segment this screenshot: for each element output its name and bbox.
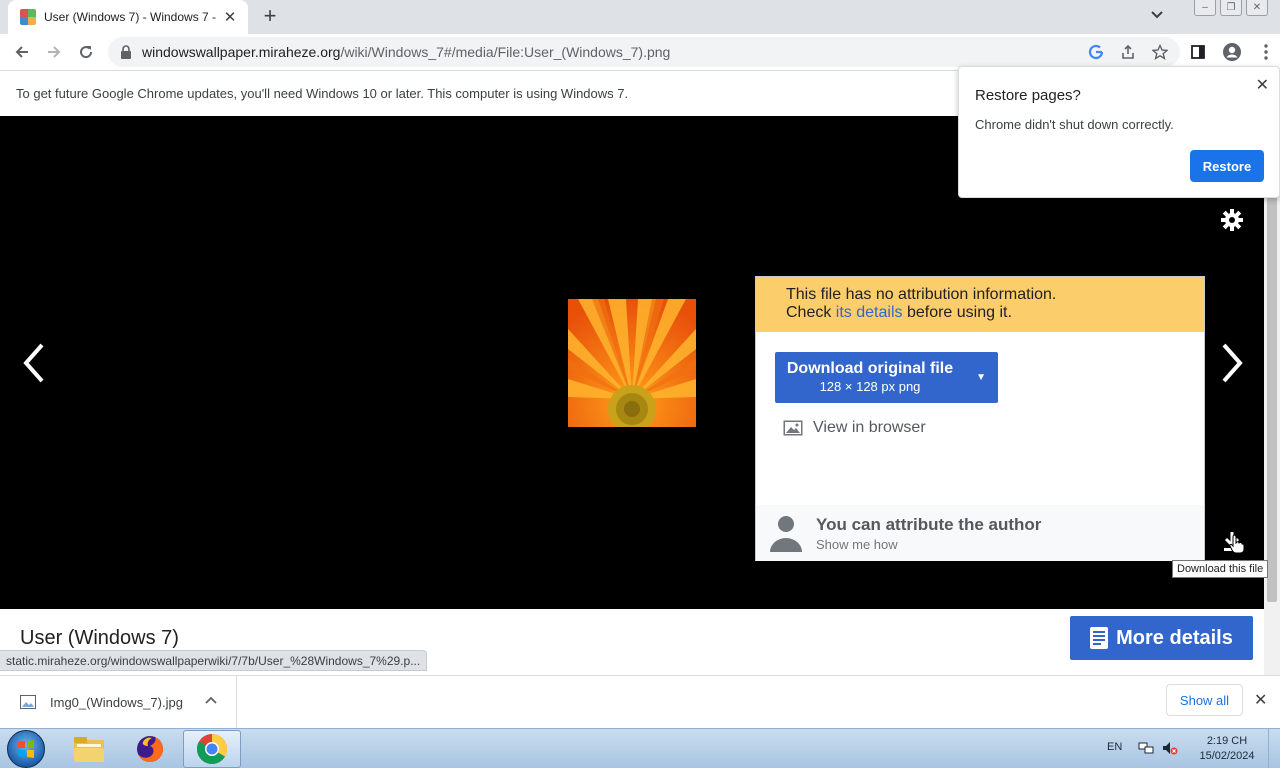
new-tab-button[interactable]: + <box>258 5 282 28</box>
address-bar[interactable]: windowswallpaper.miraheze.org/wiki/Windo… <box>108 37 1180 67</box>
tab-title: User (Windows 7) - Windows 7 - <box>44 10 217 24</box>
browser-toolbar: windowswallpaper.miraheze.org/wiki/Windo… <box>0 34 1280 70</box>
document-icon <box>1090 627 1109 649</box>
restore-window-button[interactable]: ❐ <box>1220 0 1242 16</box>
tab-search-chevron-icon[interactable] <box>1150 8 1170 26</box>
volume-muted-icon[interactable] <box>1162 741 1178 758</box>
image-icon <box>783 420 803 436</box>
close-shelf-icon[interactable]: ✕ <box>1254 690 1267 710</box>
language-indicator[interactable]: EN <box>1107 741 1122 753</box>
download-original-button[interactable]: Download original file 128 × 128 px png … <box>775 352 998 403</box>
back-arrow-icon[interactable] <box>6 36 38 68</box>
bubble-message: Chrome didn't shut down correctly. <box>975 117 1174 132</box>
system-clock[interactable]: 2:19 CH 15/02/2024 <box>1192 734 1262 764</box>
image-title: User (Windows 7) <box>20 627 179 649</box>
lock-icon <box>121 45 131 59</box>
close-window-button[interactable]: ✕ <box>1246 0 1268 16</box>
url-text: windowswallpaper.miraheze.org/wiki/Windo… <box>142 44 671 60</box>
show-me-how-link[interactable]: Show me how <box>816 537 898 552</box>
chevron-up-icon[interactable] <box>205 692 217 707</box>
show-desktop-button[interactable] <box>1268 729 1280 768</box>
its-details-link[interactable]: its details <box>836 304 903 321</box>
view-in-browser-link[interactable]: View in browser <box>783 419 926 437</box>
minimize-button[interactable]: – <box>1194 0 1216 16</box>
dropdown-caret-icon[interactable]: ▼ <box>976 372 986 383</box>
attribution-section[interactable]: You can attribute the author Show me how <box>756 505 1204 561</box>
bookmark-star-icon[interactable] <box>1148 41 1172 63</box>
download-shelf: Img0_(Windows_7).jpg Show all ✕ <box>0 675 1280 728</box>
tab-close-icon[interactable]: ✕ <box>220 7 240 27</box>
previous-image-arrow-icon[interactable] <box>18 340 48 386</box>
windows-taskbar: EN 2:19 CH 15/02/2024 <box>0 728 1280 768</box>
start-button[interactable] <box>7 730 45 768</box>
profile-avatar-icon[interactable] <box>1216 36 1248 68</box>
download-tooltip: Download this file <box>1172 560 1269 578</box>
clock-time: 2:19 CH <box>1206 735 1248 747</box>
download-panel: This file has no attribution information… <box>755 276 1205 561</box>
network-icon[interactable] <box>1138 741 1154 758</box>
download-button-size: 128 × 128 px png <box>819 379 921 394</box>
tab-active[interactable]: User (Windows 7) - Windows 7 - ✕ <box>8 0 248 34</box>
download-item[interactable]: Img0_(Windows_7).jpg <box>0 676 237 728</box>
show-all-button[interactable]: Show all <box>1166 684 1243 716</box>
file-explorer-icon[interactable] <box>60 730 118 768</box>
hand-cursor-icon <box>1229 534 1245 557</box>
attribution-warning: This file has no attribution information… <box>756 277 1204 332</box>
tab-strip: User (Windows 7) - Windows 7 - ✕ + – ❐ ✕ <box>0 0 1280 34</box>
flower-image-preview <box>568 299 696 427</box>
forward-arrow-icon[interactable] <box>38 36 70 68</box>
image-file-icon <box>20 695 36 709</box>
infobar-text: To get future Google Chrome updates, you… <box>16 86 629 101</box>
system-tray <box>1138 741 1178 758</box>
side-panel-icon[interactable] <box>1182 36 1214 68</box>
google-lens-icon[interactable] <box>1084 41 1108 63</box>
wiki-favicon-icon <box>20 9 36 25</box>
firefox-icon[interactable] <box>121 730 179 768</box>
restore-pages-bubble: Restore pages? Chrome didn't shut down c… <box>958 66 1280 198</box>
gear-icon[interactable] <box>1220 208 1244 232</box>
more-details-label: More details <box>1116 626 1233 649</box>
share-icon[interactable] <box>1116 41 1140 63</box>
user-silhouette-icon <box>768 514 804 555</box>
window-controls: – ❐ ✕ <box>1194 0 1268 16</box>
download-file-name: Img0_(Windows_7).jpg <box>50 694 183 710</box>
chrome-taskbar-icon[interactable] <box>183 730 241 768</box>
scrollbar-thumb[interactable] <box>1267 192 1277 602</box>
reload-icon[interactable] <box>70 36 102 68</box>
warning-check-line: Check its details before using it. <box>786 304 1012 321</box>
download-button-label: Download original file <box>786 360 954 377</box>
restore-button[interactable]: Restore <box>1190 150 1264 182</box>
status-bar-url: static.miraheze.org/windowswallpaperwiki… <box>0 650 428 671</box>
view-in-browser-label: View in browser <box>813 419 926 436</box>
warning-line: This file has no attribution information… <box>786 286 1057 303</box>
clock-date: 15/02/2024 <box>1199 750 1255 762</box>
next-image-arrow-icon[interactable] <box>1218 340 1248 386</box>
chrome-menu-icon[interactable] <box>1250 36 1280 68</box>
close-icon[interactable]: ✕ <box>1256 75 1269 95</box>
bubble-title: Restore pages? <box>975 87 1081 104</box>
more-details-button[interactable]: More details <box>1070 616 1253 660</box>
attribute-author-title: You can attribute the author <box>816 515 1042 534</box>
